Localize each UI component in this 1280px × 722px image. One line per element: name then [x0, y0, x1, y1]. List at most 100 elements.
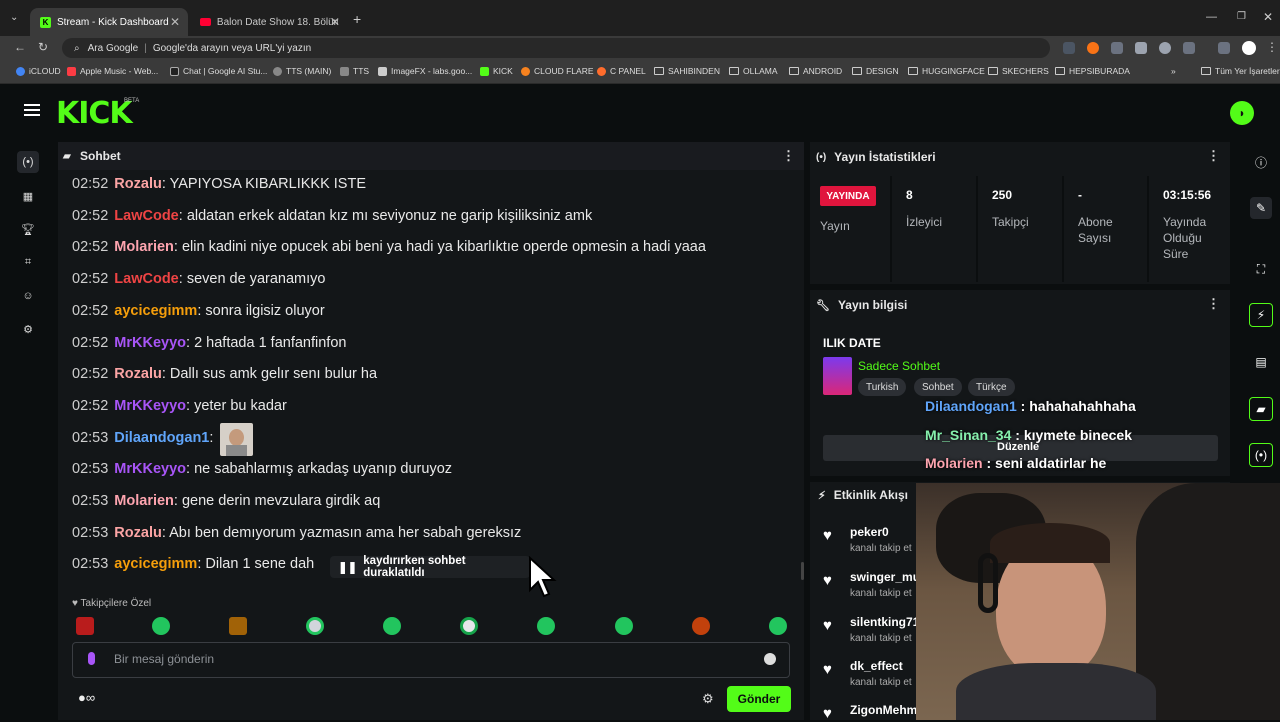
bookmark[interactable]: C PANEL	[597, 66, 646, 76]
extension-icon[interactable]	[1063, 42, 1075, 54]
message-username[interactable]: Rozalu	[114, 525, 162, 541]
activity-user[interactable]: dk_effect	[850, 659, 903, 673]
activity-user[interactable]: peker0	[850, 525, 889, 539]
message-image[interactable]	[220, 423, 253, 456]
bookmarks-overflow-icon[interactable]: »	[1171, 66, 1176, 76]
stats-options-icon[interactable]: ⋮	[1207, 148, 1220, 164]
quick-action-icon[interactable]: ⚡︎	[1249, 303, 1273, 327]
trophy-nav-icon[interactable]: 🏆︎	[17, 218, 39, 240]
hamburger-menu-icon[interactable]	[24, 104, 40, 116]
edit-icon[interactable]: ✎	[1250, 197, 1272, 219]
bookmark-folder[interactable]: HUGGINGFACE	[908, 66, 985, 76]
emote[interactable]	[692, 617, 710, 635]
minimize-icon[interactable]: —	[1206, 11, 1217, 23]
broadcast-toggle-icon[interactable]: (•)	[1249, 443, 1273, 467]
chat-settings-icon[interactable]: ⚙	[702, 691, 714, 707]
info-icon[interactable]: ⓘ	[1250, 151, 1272, 173]
message-username[interactable]: Rozalu	[114, 366, 162, 382]
bookmark-folder[interactable]: HEPSIBURADA	[1055, 66, 1130, 76]
menu-icon[interactable]: ⋮	[1266, 40, 1278, 54]
extension-icon[interactable]	[1111, 42, 1123, 54]
bookmark[interactable]: TTS	[340, 66, 369, 76]
reload-icon[interactable]: ↻	[38, 40, 48, 54]
message-text: elin kadini niye opucek abi beni ya hadi…	[181, 239, 706, 256]
bookmark[interactable]: ImageFX - labs.goo...	[378, 66, 472, 76]
message-username[interactable]: Molarien	[114, 493, 174, 509]
chat-options-icon[interactable]: ⋮	[782, 148, 795, 164]
sidebar-icon[interactable]	[1218, 42, 1230, 54]
emote[interactable]	[769, 617, 787, 635]
bookmark[interactable]: Apple Music - Web...	[67, 66, 158, 76]
browser-tab-kick[interactable]: K Stream - Kick Dashboard ✕	[30, 8, 188, 36]
puzzle-icon[interactable]	[1183, 42, 1195, 54]
address-bar[interactable]: ⌕ Ara Google | Google'da arayın veya URL…	[62, 38, 1050, 58]
new-tab-icon[interactable]: +	[353, 11, 361, 27]
emote[interactable]	[537, 617, 555, 635]
bookmark-folder[interactable]: OLLAMA	[729, 66, 778, 76]
message-username[interactable]: aycicegimm	[114, 556, 197, 572]
kick-logo[interactable]: KICK	[56, 96, 133, 131]
activity-user[interactable]: ZigonMehm	[850, 703, 917, 717]
emote[interactable]	[152, 617, 170, 635]
user-avatar[interactable]: ◗	[1230, 101, 1254, 125]
emote[interactable]	[229, 617, 247, 635]
emote[interactable]	[76, 617, 94, 635]
all-bookmarks[interactable]: Tüm Yer İşaretleri	[1201, 66, 1280, 76]
tag-turkish[interactable]: Turkish	[858, 378, 907, 396]
settings-nav-icon[interactable]: ⚙	[17, 318, 39, 340]
extension-icon[interactable]	[1135, 42, 1147, 54]
profile-avatar[interactable]	[1242, 41, 1256, 55]
emoji-picker-icon[interactable]	[764, 653, 776, 665]
emote[interactable]	[306, 617, 324, 635]
activity-user[interactable]: swinger_mu	[850, 570, 920, 584]
screen-icon[interactable]: ⛶	[1250, 258, 1272, 280]
bookmark[interactable]: CLOUD FLARE	[521, 66, 594, 76]
browser-tab-youtube[interactable]: Balon Date Show 18. Bölüm Da ✕	[190, 8, 348, 36]
message-username[interactable]: MrKKeyyo	[114, 335, 186, 351]
message-username[interactable]: Dilaandogan1	[114, 430, 209, 446]
stream-nav-icon[interactable]: (•)	[17, 151, 39, 173]
category-link[interactable]: Sadece Sohbet	[858, 359, 940, 373]
message-username[interactable]: Rozalu	[114, 176, 162, 192]
tag-turkce[interactable]: Türkçe	[968, 378, 1015, 396]
emote[interactable]	[460, 617, 478, 635]
activity-user[interactable]: silentking71	[850, 615, 919, 629]
window-close-icon[interactable]: ✕	[1263, 10, 1273, 24]
message-username[interactable]: Molarien	[114, 239, 174, 255]
back-icon[interactable]: ←	[14, 40, 26, 54]
analytics-nav-icon[interactable]: ▦	[17, 185, 39, 207]
chat-paused-notice[interactable]: ❚❚ kaydırırken sohbet duraklatıldı	[330, 555, 530, 579]
points-icon[interactable]: ●∞	[78, 690, 95, 705]
extension-icon[interactable]	[1087, 42, 1099, 54]
bookmark[interactable]: TTS (MAIN)	[273, 66, 331, 76]
microphone-icon[interactable]	[88, 652, 95, 665]
emote[interactable]	[615, 617, 633, 635]
clip-nav-icon[interactable]: ⌗	[17, 251, 39, 273]
close-tab-icon[interactable]: ✕	[330, 15, 340, 29]
send-button[interactable]: Gönder	[727, 686, 791, 712]
notes-icon[interactable]: ▤	[1250, 351, 1272, 373]
chat-toggle-icon[interactable]: ▰	[1249, 397, 1273, 421]
chat-scrollbar[interactable]	[801, 562, 804, 580]
bookmark-folder[interactable]: SAHIBINDEN	[654, 66, 720, 76]
stream-info-options-icon[interactable]: ⋮	[1207, 296, 1220, 312]
tag-sohbet[interactable]: Sohbet	[914, 378, 962, 396]
emote[interactable]	[383, 617, 401, 635]
bookmark[interactable]: Chat | Google AI Stu...	[170, 66, 267, 76]
maximize-icon[interactable]: ❐	[1237, 11, 1246, 22]
community-nav-icon[interactable]: ☺	[17, 285, 39, 307]
bookmark-folder[interactable]: ANDROID	[789, 66, 842, 76]
message-username[interactable]: LawCode	[114, 271, 178, 287]
message-text: gene derin mevzulara girdik aq	[181, 493, 381, 509]
message-username[interactable]: aycicegimm	[114, 303, 197, 319]
message-username[interactable]: MrKKeyyo	[114, 398, 186, 414]
extension-icon[interactable]	[1159, 42, 1171, 54]
tab-search-icon[interactable]: ⌄	[10, 12, 18, 23]
bookmark[interactable]: KICK	[480, 66, 513, 76]
close-tab-icon[interactable]: ✕	[170, 15, 180, 29]
bookmark-folder[interactable]: SKECHERS	[988, 66, 1049, 76]
message-username[interactable]: MrKKeyyo	[114, 461, 186, 477]
bookmark[interactable]: iCLOUD	[16, 66, 61, 76]
message-username[interactable]: LawCode	[114, 208, 178, 224]
bookmark-folder[interactable]: DESIGN	[852, 66, 899, 76]
